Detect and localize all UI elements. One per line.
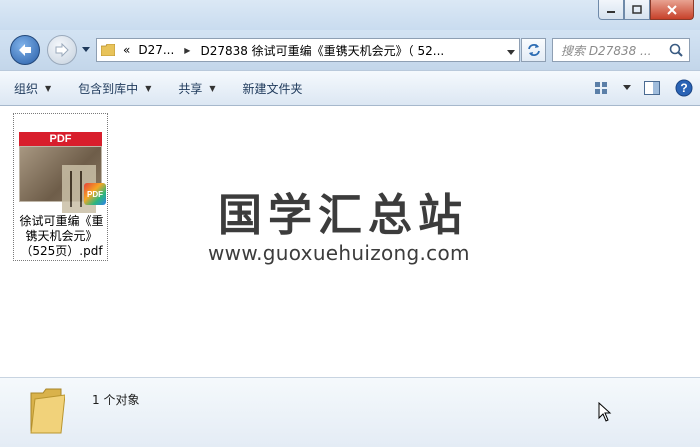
close-icon	[667, 4, 677, 15]
chevron-down-icon	[82, 47, 90, 52]
chevron-down-icon: ▼	[45, 83, 52, 93]
title-bar	[0, 0, 700, 30]
breadcrumb-overflow[interactable]: «	[119, 43, 134, 57]
file-list-area[interactable]: PDF PDF 徐试可重编《重镌天机会元》（525页）.pdf 国学汇总站 ww…	[0, 107, 700, 377]
preview-pane-icon	[644, 81, 660, 95]
address-bar[interactable]: « D27... ▶ D27838 徐试可重编《重镌天机会元》（ 52...	[96, 38, 520, 62]
help-icon: ?	[675, 79, 693, 97]
breadcrumb-segment[interactable]: D27...	[134, 43, 178, 57]
new-folder-button[interactable]: 新建文件夹	[229, 74, 316, 102]
chevron-down-icon: ▼	[209, 83, 216, 93]
refresh-button[interactable]	[521, 38, 546, 62]
pdf-app-icon: PDF	[84, 183, 106, 205]
breadcrumb-arrow-icon[interactable]: ▶	[178, 46, 196, 55]
share-menu[interactable]: 共享 ▼	[164, 74, 228, 102]
search-placeholder: 搜索 D27838 ...	[561, 43, 652, 58]
share-label: 共享	[178, 81, 203, 96]
change-view-button[interactable]	[586, 74, 618, 102]
search-input[interactable]: 搜索 D27838 ...	[552, 38, 690, 62]
watermark-title: 国学汇总站	[218, 190, 468, 241]
organize-label: 组织	[14, 81, 39, 96]
recent-pages-button[interactable]	[80, 43, 92, 57]
back-button[interactable]	[10, 35, 40, 65]
organize-menu[interactable]: 组织 ▼	[0, 74, 64, 102]
folder-icon	[27, 387, 66, 438]
watermark-url: www.guoxuehuizong.com	[208, 241, 470, 265]
include-in-library-menu[interactable]: 包含到库中 ▼	[64, 74, 164, 102]
toolbar-right: ?	[586, 71, 700, 105]
chevron-down-icon	[623, 85, 631, 90]
file-name[interactable]: 徐试可重编《重镌天机会元》（525页）.pdf	[14, 214, 109, 259]
command-toolbar: 组织 ▼ 包含到库中 ▼ 共享 ▼ 新建文件夹 ?	[0, 70, 700, 106]
help-button[interactable]: ?	[668, 74, 700, 102]
mouse-pointer-icon	[598, 401, 612, 425]
folder-icon	[97, 44, 119, 56]
arrow-right-icon	[55, 43, 69, 57]
maximize-icon	[632, 4, 642, 14]
pdf-thumbnail-label: PDF	[19, 132, 102, 146]
preview-pane-button[interactable]	[636, 74, 668, 102]
new-folder-label: 新建文件夹	[242, 81, 303, 96]
window-controls	[598, 0, 694, 20]
include-in-library-label: 包含到库中	[78, 81, 139, 96]
chevron-down-icon: ▼	[145, 83, 152, 93]
view-grid-icon	[595, 82, 607, 94]
breadcrumb-current[interactable]: D27838 徐试可重编《重镌天机会元》（ 52...	[196, 42, 448, 59]
refresh-icon	[527, 44, 540, 56]
minimize-icon	[607, 10, 615, 13]
view-options-button[interactable]	[618, 74, 636, 102]
file-item-pdf[interactable]: PDF PDF 徐试可重编《重镌天机会元》（525页）.pdf	[13, 113, 108, 261]
item-count: 1 个对象	[92, 393, 140, 407]
search-icon[interactable]	[669, 43, 683, 60]
arrow-left-icon	[19, 44, 31, 56]
address-dropdown-icon[interactable]	[507, 45, 515, 59]
maximize-button[interactable]	[624, 0, 650, 20]
details-pane: 1 个对象	[0, 377, 700, 447]
minimize-button[interactable]	[598, 0, 624, 20]
close-button[interactable]	[650, 0, 694, 20]
forward-button[interactable]	[47, 35, 77, 65]
svg-text:?: ?	[680, 81, 687, 95]
navigation-bar: « D27... ▶ D27838 徐试可重编《重镌天机会元》（ 52... 搜…	[0, 30, 700, 70]
